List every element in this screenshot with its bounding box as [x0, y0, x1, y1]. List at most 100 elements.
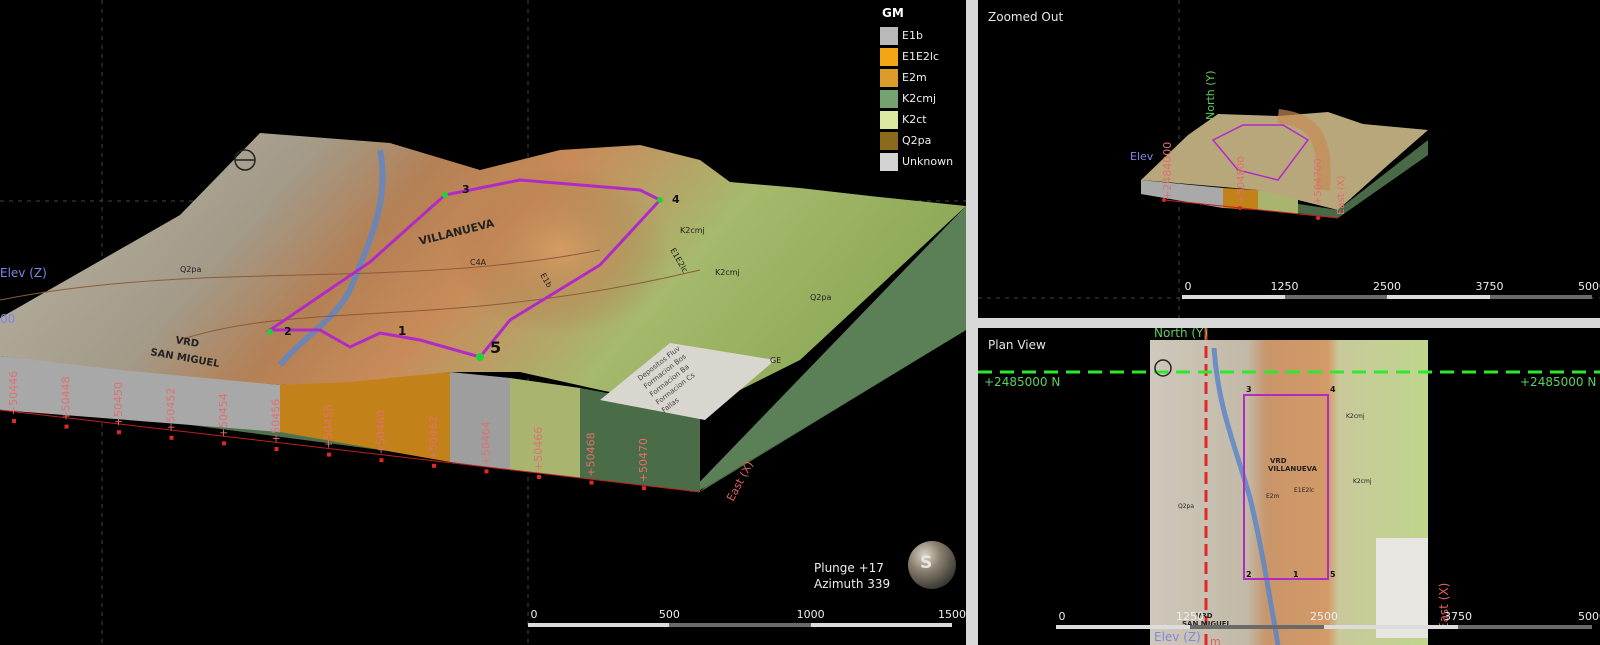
- orientation-readout: Plunge +17 Azimuth 339: [814, 560, 890, 592]
- legend-label: K2ct: [902, 113, 927, 126]
- viewport-divider[interactable]: [978, 318, 1600, 328]
- scale-segment: [669, 623, 811, 627]
- east-tick-label: +50470: [637, 438, 650, 482]
- east-axis-tick: +504700: [1313, 158, 1324, 205]
- map-label: C4A: [470, 258, 487, 267]
- north-axis-label: North (Y): [1204, 70, 1217, 120]
- scale-tick-label: 2500: [1310, 610, 1338, 623]
- east-tick-label: +50450: [112, 382, 125, 426]
- vertex-marker[interactable]: [657, 197, 663, 203]
- vertex-label: 1: [1293, 570, 1299, 579]
- vertex-label: 4: [672, 193, 680, 206]
- scale-tick-label: 3750: [1475, 280, 1504, 293]
- legend-label: Q2pa: [902, 134, 932, 147]
- viewport-divider[interactable]: [966, 0, 978, 645]
- east-tick-marker: [537, 475, 541, 479]
- zoomed-out-scene[interactable]: +2484000 North (Y) Elev +504800 +504700 …: [978, 0, 1600, 318]
- zoomed-out-viewport[interactable]: Zoomed Out +2484000 North (Y) Elev +5048…: [978, 0, 1600, 318]
- vertex-label: 2: [284, 325, 292, 338]
- legend-label: E1b: [902, 29, 923, 42]
- legend-item: K2ct: [880, 109, 964, 130]
- scale-segment: [1284, 295, 1387, 299]
- east-tick-label: +50468: [585, 432, 598, 476]
- north-section-label: +2485000 N: [984, 375, 1060, 389]
- legend-item: Q2pa: [880, 130, 964, 151]
- north-section-label: +2485000 N: [1520, 375, 1596, 389]
- scale-tick-label: 500: [658, 608, 680, 621]
- legend-item: E1b: [880, 25, 964, 46]
- legend-label: K2cmj: [902, 92, 937, 105]
- east-tick-marker: [379, 458, 384, 463]
- legend-swatch: [880, 131, 898, 150]
- main-3d-viewport[interactable]: +50446 +50448 +50450 +50452 +50454 +50456 +504…: [0, 0, 966, 645]
- scale-segment: [528, 623, 670, 627]
- east-tick-marker: [274, 447, 279, 451]
- east-tick-label: +50466: [532, 427, 545, 471]
- map-label: K2cmj: [1346, 413, 1365, 420]
- vertex-label: 1: [398, 324, 406, 338]
- scale-segment: [1182, 295, 1285, 299]
- legend-swatch: [880, 110, 898, 129]
- elev-axis-tick: 00: [0, 312, 15, 326]
- legend-item: K2cmj: [880, 88, 964, 109]
- scale-segment: [1056, 625, 1190, 629]
- east-tick-marker: [64, 424, 69, 429]
- plunge-readout: Plunge +17: [814, 561, 884, 575]
- east-tick-marker: [12, 419, 16, 423]
- scale-tick-label: 0: [530, 608, 538, 621]
- map-label: VILLANUEVA: [1268, 465, 1318, 473]
- map-label: Q2pa: [180, 265, 201, 274]
- east-tick-label: +50458: [322, 404, 335, 448]
- legend-swatch: [880, 152, 898, 171]
- east-tick-label: +50464: [480, 421, 493, 465]
- map-label: Q2pa: [810, 293, 831, 302]
- geology-legend: GM E1b E1E2lc E2m K2cmj K2ct Q2pa Unknown: [880, 6, 964, 172]
- vertex-label: 3: [462, 183, 470, 196]
- east-axis-tick: +504800: [1236, 156, 1247, 203]
- map-label: K2cmj: [1353, 478, 1372, 485]
- east-tick-marker: [432, 463, 436, 468]
- scale-tick-label: 1250: [1270, 280, 1299, 293]
- scale-tick-label: 5000: [1578, 280, 1600, 293]
- legend-item: E1E2lc: [880, 46, 964, 67]
- legend-swatch: [880, 47, 898, 66]
- vertex-label: 4: [1330, 385, 1336, 394]
- east-tick-label: +50462: [427, 416, 440, 460]
- scale-tick-label: 1000: [796, 608, 825, 621]
- legend-item: Unknown: [880, 151, 964, 172]
- legend-label: Unknown: [902, 155, 954, 168]
- scale-bar: 0 1250 2500 3750 5000: [1056, 610, 1600, 640]
- scale-tick-label: 5000: [1578, 610, 1600, 623]
- vertex-label: 5: [1330, 570, 1336, 579]
- elev-axis-label: Elev (Z): [0, 266, 47, 280]
- scale-bar: 0 1250 2500 3750 5000: [1182, 280, 1600, 310]
- scale-segment: [1190, 625, 1324, 629]
- vertex-marker[interactable]: [267, 329, 273, 335]
- north-axis-label: North (Y): [1154, 328, 1208, 340]
- map-label: E1E2lc: [1294, 487, 1314, 494]
- plan-scene[interactable]: +2485000 N +2485000 N North (Y) East (X)…: [978, 328, 1600, 645]
- axis-tick-marker: [1316, 216, 1320, 220]
- azimuth-readout: Azimuth 339: [814, 577, 891, 591]
- main-3d-scene[interactable]: +50446 +50448 +50450 +50452 +50454 +50456 +504…: [0, 0, 966, 645]
- scale-tick-label: 1500: [938, 608, 966, 621]
- vertex-marker[interactable]: [442, 192, 448, 198]
- scale-tick-label: 0: [1058, 610, 1066, 623]
- east-tick-marker: [589, 480, 594, 485]
- legend-label: E1E2lc: [902, 50, 940, 63]
- block-front-face-lime: [510, 378, 580, 478]
- vertex-label: 2: [1246, 570, 1252, 579]
- east-tick-label: +50454: [217, 393, 230, 437]
- east-tick-label: +50452: [165, 388, 178, 432]
- east-axis-label: East (X): [1336, 175, 1347, 215]
- scale-segment: [1489, 295, 1592, 299]
- legend-title: GM: [882, 6, 904, 20]
- scale-tick-label: 0: [1184, 280, 1192, 293]
- scale-segment: [1324, 625, 1458, 629]
- elev-axis-label: Elev: [1130, 150, 1154, 163]
- plan-viewport[interactable]: Plan View +2485000 N +2485000 N North (Y…: [978, 328, 1600, 645]
- vertex-marker[interactable]: [476, 353, 484, 361]
- orientation-globe-icon[interactable]: S: [908, 541, 956, 589]
- globe-label: S: [920, 553, 933, 573]
- vertex-label: 3: [1246, 385, 1252, 394]
